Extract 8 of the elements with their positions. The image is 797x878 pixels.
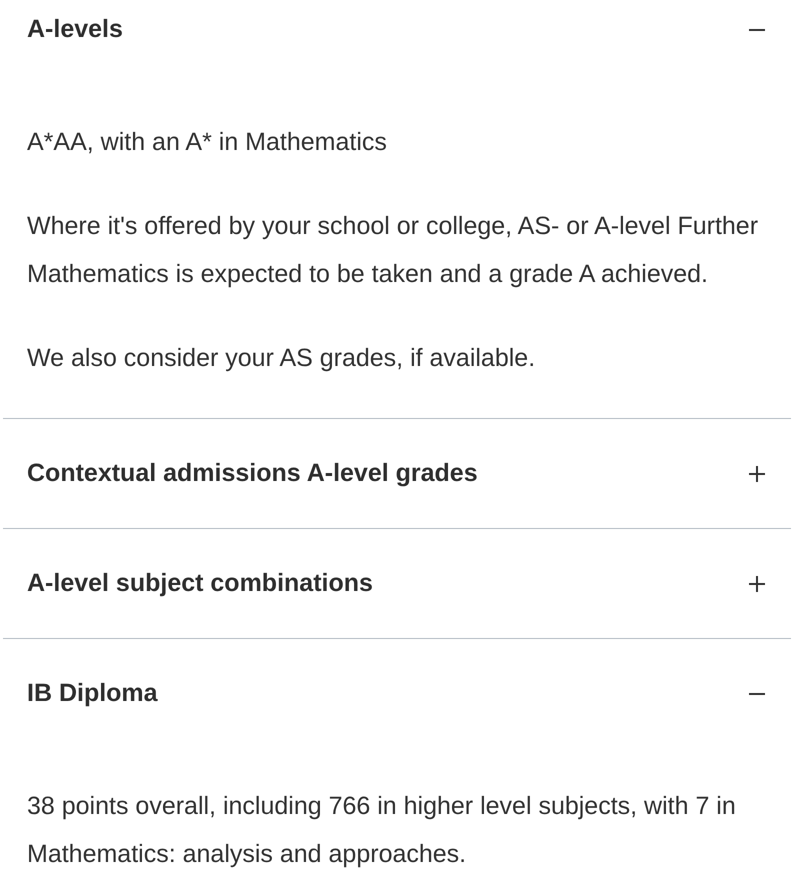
section-title: Contextual admissions A-level grades (27, 459, 478, 488)
section-title: A-levels (27, 15, 123, 44)
paragraph: We also consider your AS grades, if available. (27, 343, 536, 374)
paragraph: A*AA, with an A* in Mathematics (27, 127, 388, 158)
paragraph: 38 points overall, including 766 in higher level subjects, with 7 in Mathematics: analysis and approaches. (27, 791, 737, 870)
paragraph: Where it's offered by your school or college, AS- or A-level Further Mathematics is expected to be taken and a grade A achieved. (27, 211, 760, 290)
section-title: IB Diploma (27, 679, 158, 708)
section-title: A-level subject combinations (27, 569, 373, 598)
